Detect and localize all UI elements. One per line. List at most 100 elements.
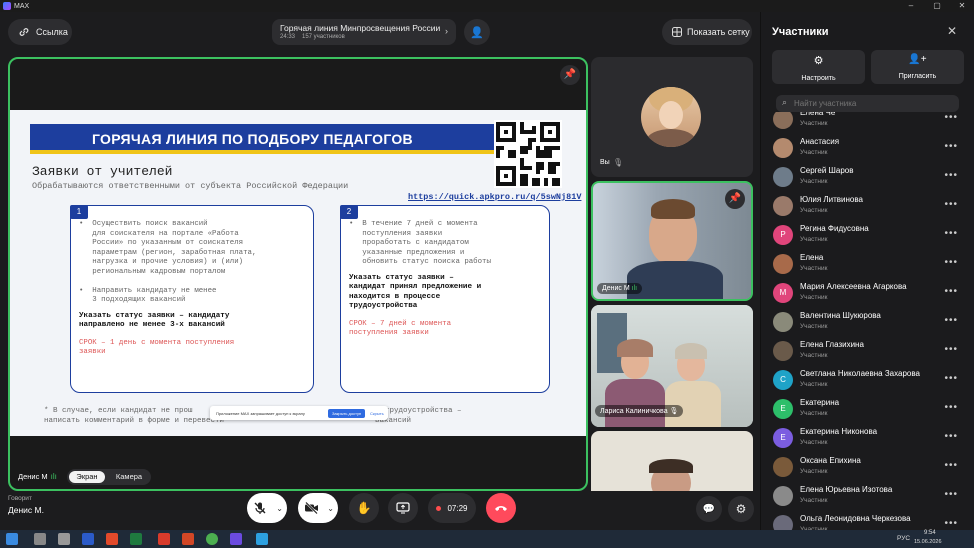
- participant-row[interactable]: Ольга Леонидовна Черкезова Участник •••: [770, 511, 970, 530]
- participant-role: Участник: [800, 178, 828, 185]
- slide-url-link[interactable]: https://quick.apkpro.ru/q/5swNj81V: [408, 192, 581, 202]
- setup-button[interactable]: ⚙ Настроить: [772, 50, 865, 84]
- participant-row[interactable]: Сергей Шаров Участник •••: [770, 163, 970, 192]
- participant-row[interactable]: Е Екатерина Участник •••: [770, 395, 970, 424]
- more-options-icon[interactable]: •••: [944, 170, 958, 181]
- gear-icon: ⚙: [735, 502, 747, 516]
- participant-row[interactable]: Анастасия Участник •••: [770, 134, 970, 163]
- more-options-icon[interactable]: •••: [944, 141, 958, 152]
- more-options-icon[interactable]: •••: [944, 431, 958, 442]
- avatar: [773, 515, 793, 530]
- tab-camera[interactable]: Камера: [111, 471, 147, 483]
- search-taskbar-icon[interactable]: [34, 533, 46, 545]
- step-1-line: 3 подходящих вакансий: [79, 296, 186, 304]
- chat-button[interactable]: 💬: [696, 496, 722, 522]
- windows-start-icon[interactable]: [6, 533, 18, 545]
- participant-row[interactable]: Юлия Литвинова Участник •••: [770, 192, 970, 221]
- avatar: С: [773, 370, 793, 390]
- hide-notice-button[interactable]: Скрыть: [370, 411, 384, 416]
- max-app-icon[interactable]: [230, 533, 242, 545]
- avatar: [773, 196, 793, 216]
- more-options-icon[interactable]: •••: [944, 199, 958, 210]
- avatar: [773, 312, 793, 332]
- share-screen-button[interactable]: [388, 493, 418, 523]
- tab-screen[interactable]: Экран: [69, 471, 105, 483]
- grid-icon: [672, 27, 682, 37]
- more-options-icon[interactable]: •••: [944, 518, 958, 529]
- participant-row[interactable]: М Мария Алексеевна Агаркова Участник •••: [770, 279, 970, 308]
- participant-row[interactable]: Валентина Шукюрова Участник •••: [770, 308, 970, 337]
- participant-row[interactable]: Елена Участник •••: [770, 250, 970, 279]
- pin-icon[interactable]: 📌: [560, 65, 580, 85]
- participant-search[interactable]: ⌕: [776, 95, 959, 112]
- avatar: М: [773, 283, 793, 303]
- step-2-status-line: Указать статус заявки –: [349, 273, 454, 282]
- close-window-icon[interactable]: ✕: [952, 0, 972, 12]
- participant-row[interactable]: Е Екатерина Никонова Участник •••: [770, 424, 970, 453]
- maximize-icon[interactable]: ▢: [927, 0, 947, 12]
- self-video-tile[interactable]: Вы 🎙: [591, 57, 753, 177]
- more-options-icon[interactable]: •••: [944, 315, 958, 326]
- step-1-line: • Осуществить поиск вакансий: [79, 220, 208, 228]
- avatar: Е: [773, 428, 793, 448]
- denis-video-tile[interactable]: 📌 Денис М ılı: [591, 181, 753, 301]
- participant-role: Участник: [800, 468, 828, 475]
- step-1-line: региональным кадровым порталом: [79, 267, 226, 276]
- larisa-tag: Лариса Калиничкова 🎙: [595, 405, 684, 417]
- close-panel-icon[interactable]: ✕: [947, 24, 957, 38]
- calculator-icon[interactable]: [58, 533, 70, 545]
- participant-row[interactable]: Оксана Епихина Участник •••: [770, 453, 970, 482]
- chrome-icon[interactable]: [206, 533, 218, 545]
- more-options-icon[interactable]: •••: [944, 257, 958, 268]
- camera-button[interactable]: ⌄: [298, 493, 338, 523]
- meeting-title-button[interactable]: Горячая линия Минпросвещения России 24:3…: [272, 19, 456, 45]
- pin-icon[interactable]: 📌: [725, 189, 745, 209]
- excel-icon[interactable]: [130, 533, 142, 545]
- participant-row[interactable]: Р Регина Фидусовна Участник •••: [770, 221, 970, 250]
- participant-row[interactable]: Елена Юрьевна Изотова Участник •••: [770, 482, 970, 511]
- hang-up-icon: [495, 506, 507, 511]
- search-input[interactable]: [794, 97, 954, 110]
- participant-row[interactable]: Елена Че Участник •••: [770, 112, 970, 134]
- microphone-button[interactable]: ⌄: [247, 493, 287, 523]
- add-participant-button[interactable]: 👤: [464, 19, 490, 45]
- screen-share-stage: 📌 ГОРЯЧАЯ ЛИНИЯ ПО ПОДБОРУ ПЕДАГОГОВ Зая…: [8, 57, 588, 491]
- participant-name: Юлия Литвинова: [800, 195, 863, 204]
- larisa-video-tile[interactable]: Лариса Калиничкова 🎙: [591, 305, 753, 427]
- stop-sharing-button[interactable]: Закрыть доступ: [328, 409, 366, 418]
- show-grid-button[interactable]: Показать сетку: [662, 19, 752, 45]
- yandex-icon[interactable]: [106, 533, 118, 545]
- participant-row[interactable]: Елена Глазихина Участник •••: [770, 337, 970, 366]
- link-button[interactable]: Ссылка: [8, 19, 72, 45]
- chevron-down-icon[interactable]: ⌄: [276, 504, 283, 513]
- meeting-time: 24:33: [280, 34, 296, 40]
- more-options-icon[interactable]: •••: [944, 489, 958, 500]
- avatar: [773, 254, 793, 274]
- more-options-icon[interactable]: •••: [944, 373, 958, 384]
- participant-row[interactable]: С Светлана Николаевна Захарова Участник •••: [770, 366, 970, 395]
- raise-hand-button[interactable]: ✋: [349, 493, 379, 523]
- edge-icon[interactable]: [256, 533, 268, 545]
- participant-name: Мария Алексеевна Агаркова: [800, 282, 907, 291]
- settings-button[interactable]: ⚙: [728, 496, 754, 522]
- step-2-status-line: трудоустройства: [349, 302, 418, 310]
- powerpoint-icon[interactable]: [182, 533, 194, 545]
- record-timer[interactable]: 07:29: [428, 493, 476, 523]
- chevron-down-icon[interactable]: ⌄: [327, 504, 334, 513]
- step-1-line: нагрузка и прочие условия) и (или): [79, 258, 244, 266]
- leave-call-button[interactable]: [486, 493, 516, 523]
- more-options-icon[interactable]: •••: [944, 112, 958, 123]
- link-label: Ссылка: [36, 27, 68, 37]
- participant-video-tile[interactable]: [591, 431, 753, 491]
- more-options-icon[interactable]: •••: [944, 286, 958, 297]
- show-grid-label: Показать сетку: [687, 27, 750, 37]
- more-options-icon[interactable]: •••: [944, 402, 958, 413]
- pdf-icon[interactable]: [158, 533, 170, 545]
- keyboard-language[interactable]: РУС: [897, 535, 910, 542]
- more-options-icon[interactable]: •••: [944, 228, 958, 239]
- more-options-icon[interactable]: •••: [944, 460, 958, 471]
- word-icon[interactable]: [82, 533, 94, 545]
- invite-button[interactable]: 👤+ Пригласить: [871, 50, 964, 84]
- more-options-icon[interactable]: •••: [944, 344, 958, 355]
- minimize-icon[interactable]: –: [901, 0, 921, 12]
